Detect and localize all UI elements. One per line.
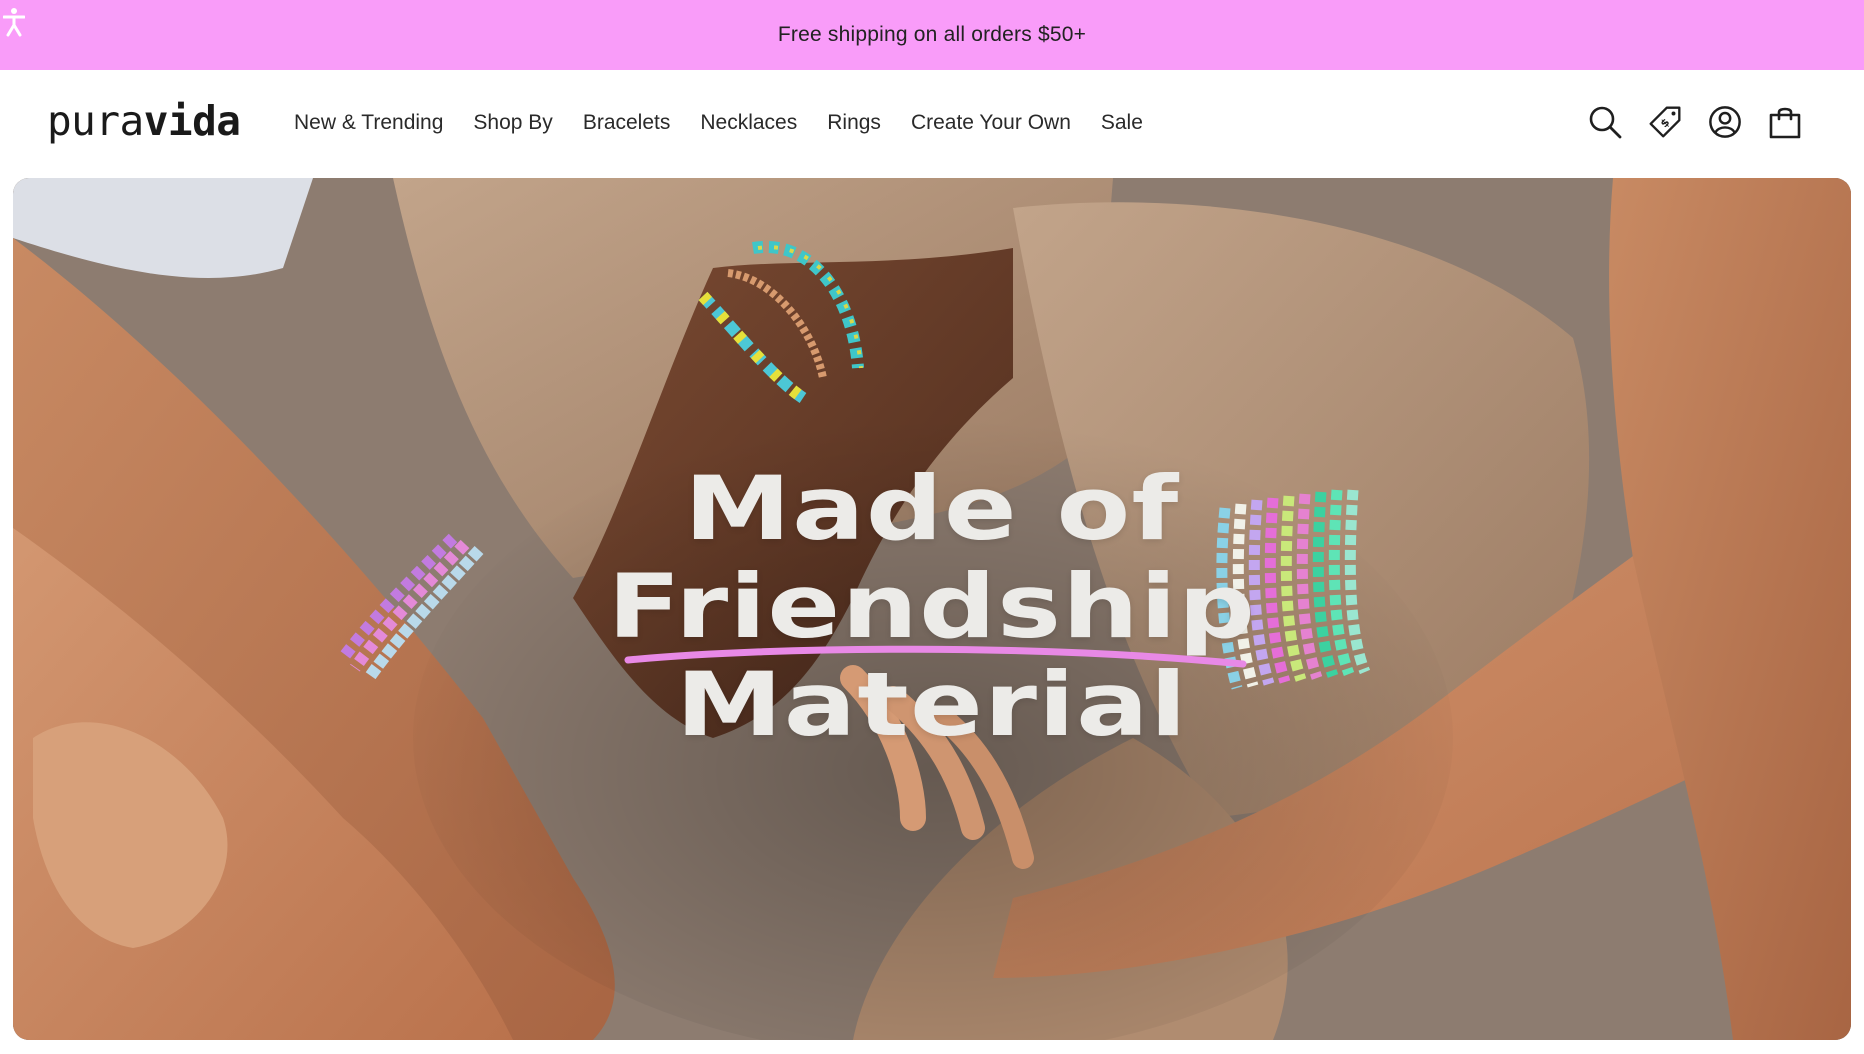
account-button[interactable] (1708, 102, 1742, 142)
hero-headline: Made of Friendship Material (13, 460, 1851, 754)
nav-create-your-own[interactable]: Create Your Own (911, 108, 1071, 138)
headline-underline (624, 645, 1247, 668)
nav-shop-by[interactable]: Shop By (473, 108, 552, 138)
nav-necklaces[interactable]: Necklaces (700, 108, 797, 138)
accessibility-button[interactable] (0, 2, 28, 42)
deals-button[interactable]: $ (1648, 102, 1682, 142)
header-actions: $ (1588, 102, 1802, 142)
nav-bracelets[interactable]: Bracelets (583, 108, 671, 138)
nav-sale[interactable]: Sale (1101, 108, 1143, 138)
cart-button[interactable] (1768, 102, 1802, 142)
headline-line-1: Made of (684, 457, 1180, 560)
accessibility-icon (3, 8, 25, 37)
site-header: puravida New & Trending Shop By Bracelet… (0, 70, 1864, 178)
logo-text-bold: vida (143, 97, 241, 145)
announcement-bar: Free shipping on all orders $50+ (0, 0, 1864, 70)
nav-new-trending[interactable]: New & Trending (294, 108, 443, 138)
announcement-text: Free shipping on all orders $50+ (777, 23, 1087, 46)
search-icon (1589, 106, 1622, 139)
logo[interactable]: puravida (47, 96, 241, 146)
hero-banner[interactable]: Made of Friendship Material (13, 178, 1851, 1040)
search-button[interactable] (1588, 102, 1622, 142)
account-icon (1709, 106, 1741, 138)
price-tag-icon: $ (1649, 106, 1681, 138)
logo-text-regular: pura (47, 97, 144, 145)
shopping-bag-icon (1769, 107, 1801, 139)
nav-rings[interactable]: Rings (827, 108, 881, 138)
main-nav: New & Trending Shop By Bracelets Necklac… (294, 108, 1143, 138)
